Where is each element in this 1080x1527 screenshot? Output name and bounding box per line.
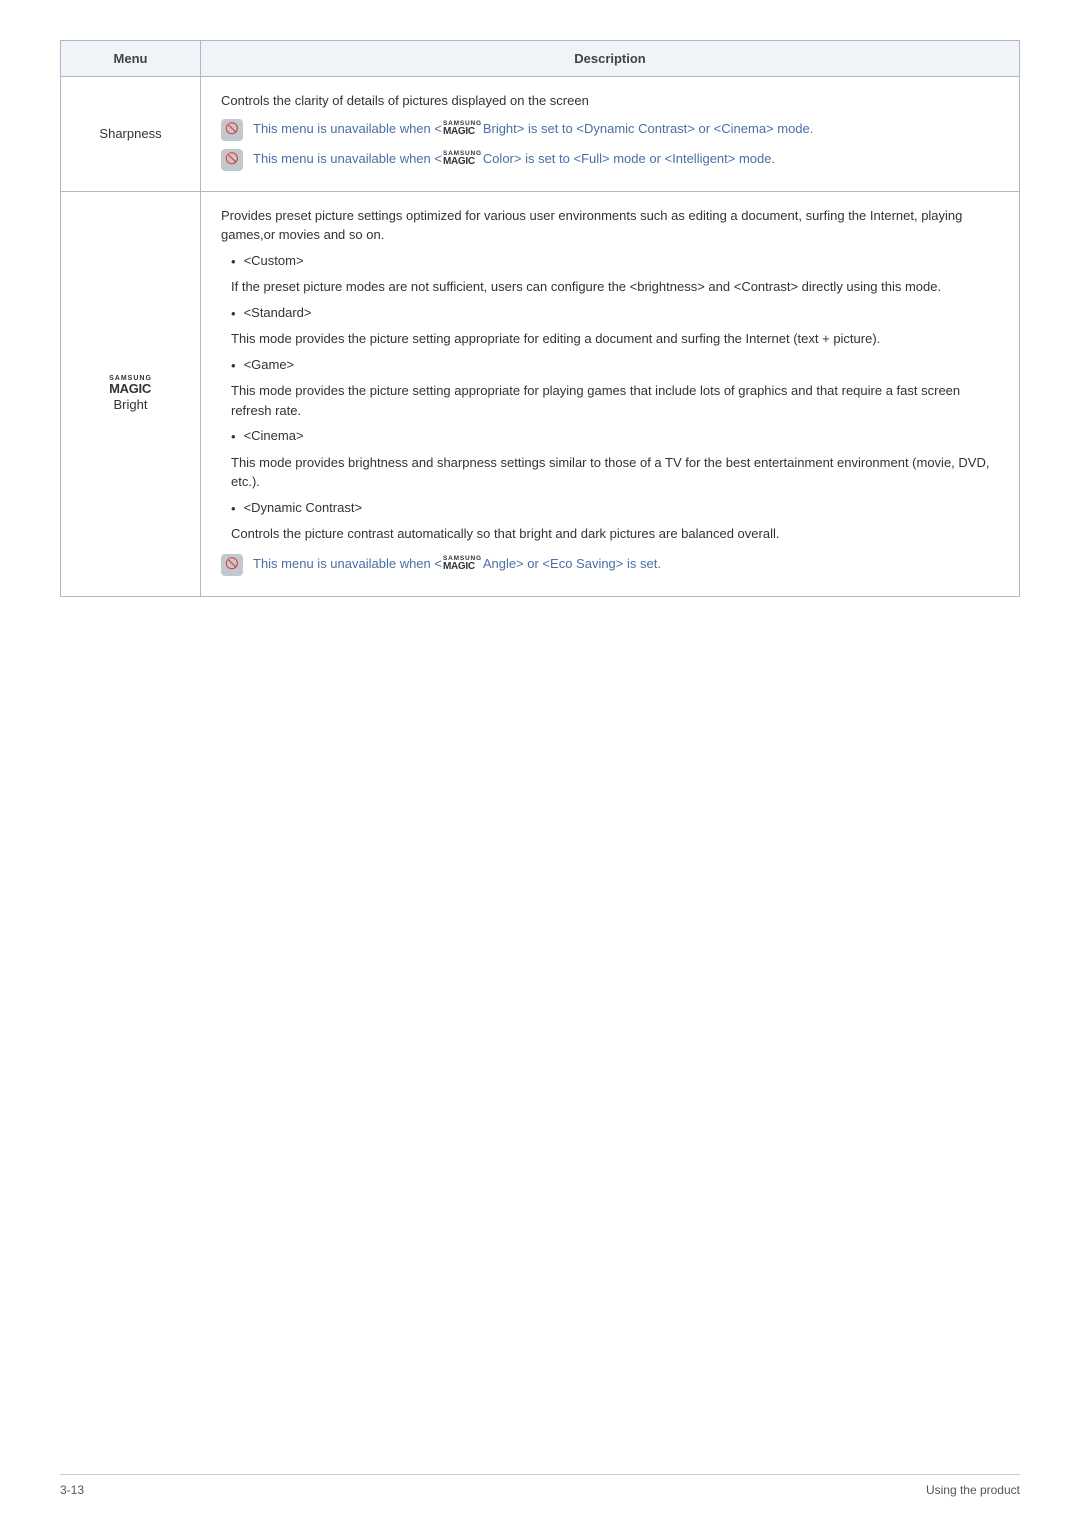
menu-cell-magic-bright: SAMSUNG MAGIC Bright bbox=[61, 191, 201, 596]
bullet-cinema: • <Cinema> bbox=[231, 426, 999, 447]
magic-bright-intro: Provides preset picture settings optimiz… bbox=[221, 206, 999, 245]
page-section-label: Using the product bbox=[926, 1483, 1020, 1497]
bullet-dynamic-contrast: • <Dynamic Contrast> bbox=[231, 498, 999, 519]
bullet-cinema-label: <Cinema> bbox=[244, 426, 304, 446]
magic-bright-warning-text: This menu is unavailable when <SAMSUNGMA… bbox=[253, 554, 661, 574]
menu-cell-sharpness: Sharpness bbox=[61, 77, 201, 192]
table-row-sharpness: Sharpness Controls the clarity of detail… bbox=[61, 77, 1020, 192]
desc-cell-sharpness: Controls the clarity of details of pictu… bbox=[201, 77, 1020, 192]
warning-icon-3: 🚫 bbox=[221, 554, 243, 576]
sharpness-warning-1-text: This menu is unavailable when <SAMSUNGMA… bbox=[253, 119, 813, 139]
sharpness-warning-1: 🚫 This menu is unavailable when <SAMSUNG… bbox=[221, 119, 999, 141]
sharpness-intro: Controls the clarity of details of pictu… bbox=[221, 91, 999, 111]
description-column-header: Description bbox=[201, 41, 1020, 77]
custom-desc: If the preset picture modes are not suff… bbox=[231, 277, 999, 297]
standard-desc: This mode provides the picture setting a… bbox=[231, 329, 999, 349]
bullet-dot-1: • bbox=[231, 252, 236, 272]
bullet-custom: • <Custom> bbox=[231, 251, 999, 272]
table-row-magic-bright: SAMSUNG MAGIC Bright Provides preset pic… bbox=[61, 191, 1020, 596]
bullet-dot-2: • bbox=[231, 304, 236, 324]
bullet-game-label: <Game> bbox=[244, 355, 295, 375]
sharpness-label: Sharpness bbox=[99, 126, 161, 141]
magic-bright-menu-label: SAMSUNG MAGIC Bright bbox=[77, 375, 184, 411]
game-desc: This mode provides the picture setting a… bbox=[231, 381, 999, 420]
sharpness-warning-2-text: This menu is unavailable when <SAMSUNGMA… bbox=[253, 149, 775, 169]
bullet-dot-5: • bbox=[231, 499, 236, 519]
bullet-dynamic-contrast-label: <Dynamic Contrast> bbox=[244, 498, 363, 518]
bullet-standard-label: <Standard> bbox=[244, 303, 312, 323]
cinema-desc: This mode provides brightness and sharpn… bbox=[231, 453, 999, 492]
bullet-standard: • <Standard> bbox=[231, 303, 999, 324]
page-number: 3-13 bbox=[60, 1483, 84, 1497]
bullet-game: • <Game> bbox=[231, 355, 999, 376]
bullet-dot-3: • bbox=[231, 356, 236, 376]
bright-text: Bright bbox=[114, 397, 148, 412]
warning-icon-2: 🚫 bbox=[221, 149, 243, 171]
sharpness-warning-2: 🚫 This menu is unavailable when <SAMSUNG… bbox=[221, 149, 999, 171]
bullet-dot-4: • bbox=[231, 427, 236, 447]
magic-bright-warning: 🚫 This menu is unavailable when <SAMSUNG… bbox=[221, 554, 999, 576]
desc-cell-magic-bright: Provides preset picture settings optimiz… bbox=[201, 191, 1020, 596]
page-footer: 3-13 Using the product bbox=[60, 1474, 1020, 1497]
menu-column-header: Menu bbox=[61, 41, 201, 77]
warning-icon-1: 🚫 bbox=[221, 119, 243, 141]
bullet-custom-label: <Custom> bbox=[244, 251, 304, 271]
dynamic-contrast-desc: Controls the picture contrast automatica… bbox=[231, 524, 999, 544]
